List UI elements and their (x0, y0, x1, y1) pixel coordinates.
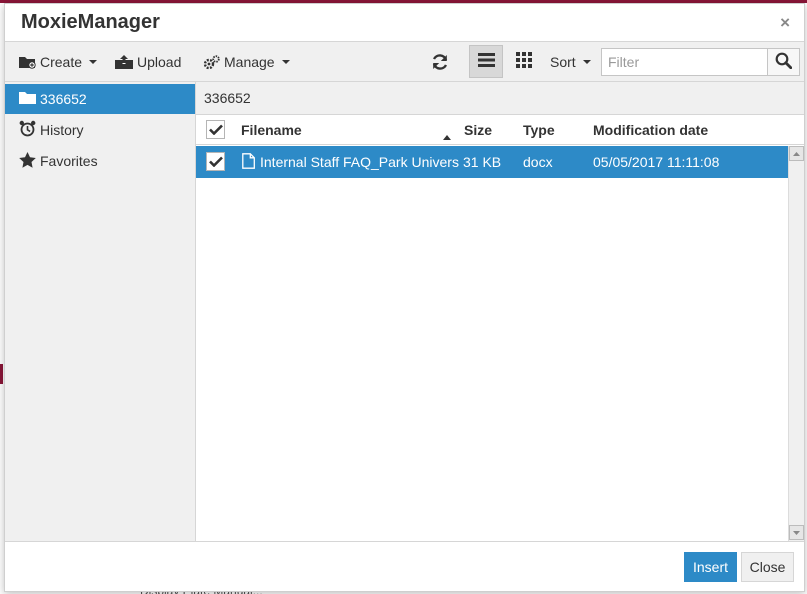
file-list-panel: 336652 Filename Size Type Modification d… (196, 82, 804, 541)
select-all-checkbox[interactable] (206, 120, 225, 139)
create-caret-icon (89, 60, 98, 64)
column-type[interactable]: Type (523, 122, 555, 138)
refresh-button[interactable] (431, 48, 449, 76)
dialog-title: MoxieManager (21, 11, 160, 33)
star-icon (19, 151, 36, 171)
table-row[interactable]: Internal Staff FAQ_Park University.docx … (196, 146, 788, 178)
checkmark-icon (208, 156, 223, 167)
dialog-titlebar: MoxieManager × (5, 4, 804, 42)
sidebar-item-label: 336652 (40, 91, 87, 107)
sort-button[interactable]: Sort (550, 48, 591, 76)
create-label: Create (40, 54, 83, 70)
toolbar: Create Upload Manage Sort Filter (5, 42, 804, 82)
column-header: Filename Size Type Modification date (196, 115, 804, 145)
file-icon (242, 153, 255, 172)
moxiemanager-dialog: MoxieManager × Create Upload Manage Sort… (4, 3, 805, 592)
file-name: Internal Staff FAQ_Park University.docx (260, 154, 459, 170)
alarm-clock-icon (19, 120, 36, 140)
filter-input[interactable] (601, 48, 768, 76)
refresh-icon (431, 53, 449, 71)
grid-view-icon (516, 52, 532, 71)
upload-icon (115, 55, 133, 69)
dialog-footer: Insert Close (5, 541, 804, 591)
list-view-icon (477, 53, 495, 70)
checkmark-icon (208, 124, 223, 135)
manage-caret-icon (281, 60, 290, 64)
grid-view-button[interactable] (507, 45, 541, 78)
sidebar-item-favorites[interactable]: Favorites (5, 146, 195, 176)
list-view-button[interactable] (469, 45, 503, 78)
folder-icon (19, 91, 36, 107)
file-size: 31 KB (463, 154, 502, 170)
breadcrumb: 336652 (196, 82, 804, 115)
breadcrumb-path[interactable]: 336652 (204, 90, 251, 106)
upload-label: Upload (137, 54, 182, 70)
scroll-up-arrow-icon[interactable] (789, 146, 804, 161)
manage-label: Manage (224, 54, 275, 70)
search-icon (775, 52, 793, 72)
search-button[interactable] (767, 48, 800, 76)
vertical-scrollbar[interactable] (788, 146, 804, 541)
insert-button[interactable]: Insert (684, 552, 737, 582)
background-left-mark (0, 364, 3, 384)
sidebar-item-history[interactable]: History (5, 115, 195, 145)
sort-caret-icon (582, 60, 591, 64)
column-size[interactable]: Size (464, 122, 492, 138)
scroll-down-arrow-icon[interactable] (789, 525, 804, 540)
file-type: docx (523, 154, 553, 170)
sidebar-item-label: History (40, 122, 84, 138)
file-modified: 05/05/2017 11:11:08 (593, 154, 720, 170)
row-checkbox[interactable] (206, 152, 225, 171)
close-icon[interactable]: × (780, 13, 790, 33)
sidebar-item-336652[interactable]: 336652 (5, 84, 195, 114)
sort-ascending-icon (443, 127, 451, 143)
manage-gears-icon (203, 54, 220, 70)
close-button[interactable]: Close (741, 552, 794, 582)
column-modification-date[interactable]: Modification date (593, 122, 708, 138)
create-button[interactable]: Create (19, 48, 98, 76)
sort-label: Sort (550, 54, 576, 70)
sidebar-item-label: Favorites (40, 153, 98, 169)
column-filename[interactable]: Filename (241, 122, 302, 138)
create-folder-icon (19, 55, 36, 69)
manage-button[interactable]: Manage (203, 48, 290, 76)
upload-button[interactable]: Upload (115, 48, 181, 76)
sidebar: 336652 History Favorites (5, 82, 196, 541)
